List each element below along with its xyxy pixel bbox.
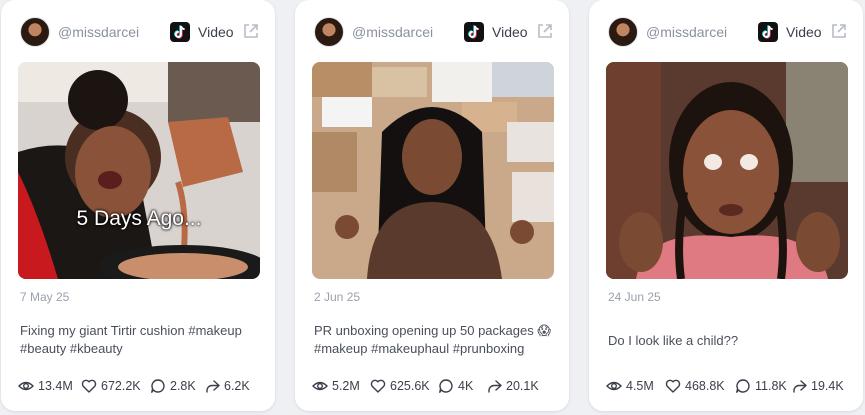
external-link-icon[interactable] xyxy=(242,22,260,40)
eye-icon xyxy=(606,381,622,391)
post-caption: Do I look like a child?? xyxy=(608,332,851,350)
share-icon xyxy=(793,380,807,393)
username[interactable]: @missdarcei xyxy=(58,24,139,40)
shares-count: 19.4K xyxy=(811,379,844,393)
comments-count: 11.8K xyxy=(755,379,787,393)
video-type-label: Video xyxy=(786,24,822,40)
tiktok-icon xyxy=(758,22,778,42)
comment-icon xyxy=(439,379,453,393)
video-card[interactable]: @missdarcei Video 5 Days Ago... 7 May 25 xyxy=(1,0,275,411)
avatar[interactable] xyxy=(20,17,50,47)
username[interactable]: @missdarcei xyxy=(352,24,433,40)
caption-line: Do I look like a child?? xyxy=(608,333,739,348)
heart-icon xyxy=(665,379,681,393)
shares-count: 6.2K xyxy=(224,379,250,393)
caption-line: #makeup #makeuphaul #prunboxing xyxy=(314,341,525,356)
likes-count: 625.6K xyxy=(390,379,430,393)
comments-count: 4K xyxy=(458,379,474,393)
post-date: 24 Jun 25 xyxy=(608,290,661,304)
views-count: 4.5M xyxy=(626,379,654,393)
username[interactable]: @missdarcei xyxy=(646,24,727,40)
card-header: @missdarcei Video xyxy=(20,15,259,49)
views-count: 5.2M xyxy=(332,379,360,393)
comment-icon xyxy=(736,379,750,393)
heart-icon xyxy=(81,379,97,393)
caption-line: PR unboxing opening up 50 packages 😱 xyxy=(314,323,551,338)
comment-icon xyxy=(151,379,165,393)
card-header: @missdarcei Video xyxy=(608,15,847,49)
post-date: 7 May 25 xyxy=(20,290,70,304)
video-card[interactable]: @missdarcei Video 24 Jun 25 Do I look li… xyxy=(589,0,863,411)
caption-line: Fixing my giant Tirtir cushion #makeup xyxy=(20,323,242,338)
video-card[interactable]: @missdarcei Video 2 Jun 25 PR unboxing o… xyxy=(295,0,569,411)
shares-count: 20.1K xyxy=(506,379,539,393)
eye-icon xyxy=(18,381,34,391)
video-type-label: Video xyxy=(198,24,234,40)
post-caption: Fixing my giant Tirtir cushion #makeup #… xyxy=(20,322,263,358)
video-thumbnail[interactable]: 5 Days Ago... xyxy=(18,62,260,279)
post-date: 2 Jun 25 xyxy=(314,290,361,304)
avatar[interactable] xyxy=(608,17,638,47)
card-header: @missdarcei Video xyxy=(314,15,553,49)
caption-line: #beauty #kbeauty xyxy=(20,341,123,356)
likes-count: 672.2K xyxy=(101,379,141,393)
share-icon xyxy=(488,380,502,393)
post-caption: PR unboxing opening up 50 packages 😱 #ma… xyxy=(314,322,557,358)
eye-icon xyxy=(312,381,328,391)
video-thumbnail[interactable] xyxy=(606,62,848,279)
share-icon xyxy=(206,380,220,393)
comments-count: 2.8K xyxy=(170,379,196,393)
video-type-label: Video xyxy=(492,24,528,40)
external-link-icon[interactable] xyxy=(830,22,848,40)
avatar[interactable] xyxy=(314,17,344,47)
heart-icon xyxy=(370,379,386,393)
external-link-icon[interactable] xyxy=(536,22,554,40)
tiktok-icon xyxy=(464,22,484,42)
views-count: 13.4M xyxy=(38,379,73,393)
likes-count: 468.8K xyxy=(685,379,725,393)
thumbnail-overlay-text: 5 Days Ago... xyxy=(76,207,202,230)
video-thumbnail[interactable] xyxy=(312,62,554,279)
tiktok-icon xyxy=(170,22,190,42)
